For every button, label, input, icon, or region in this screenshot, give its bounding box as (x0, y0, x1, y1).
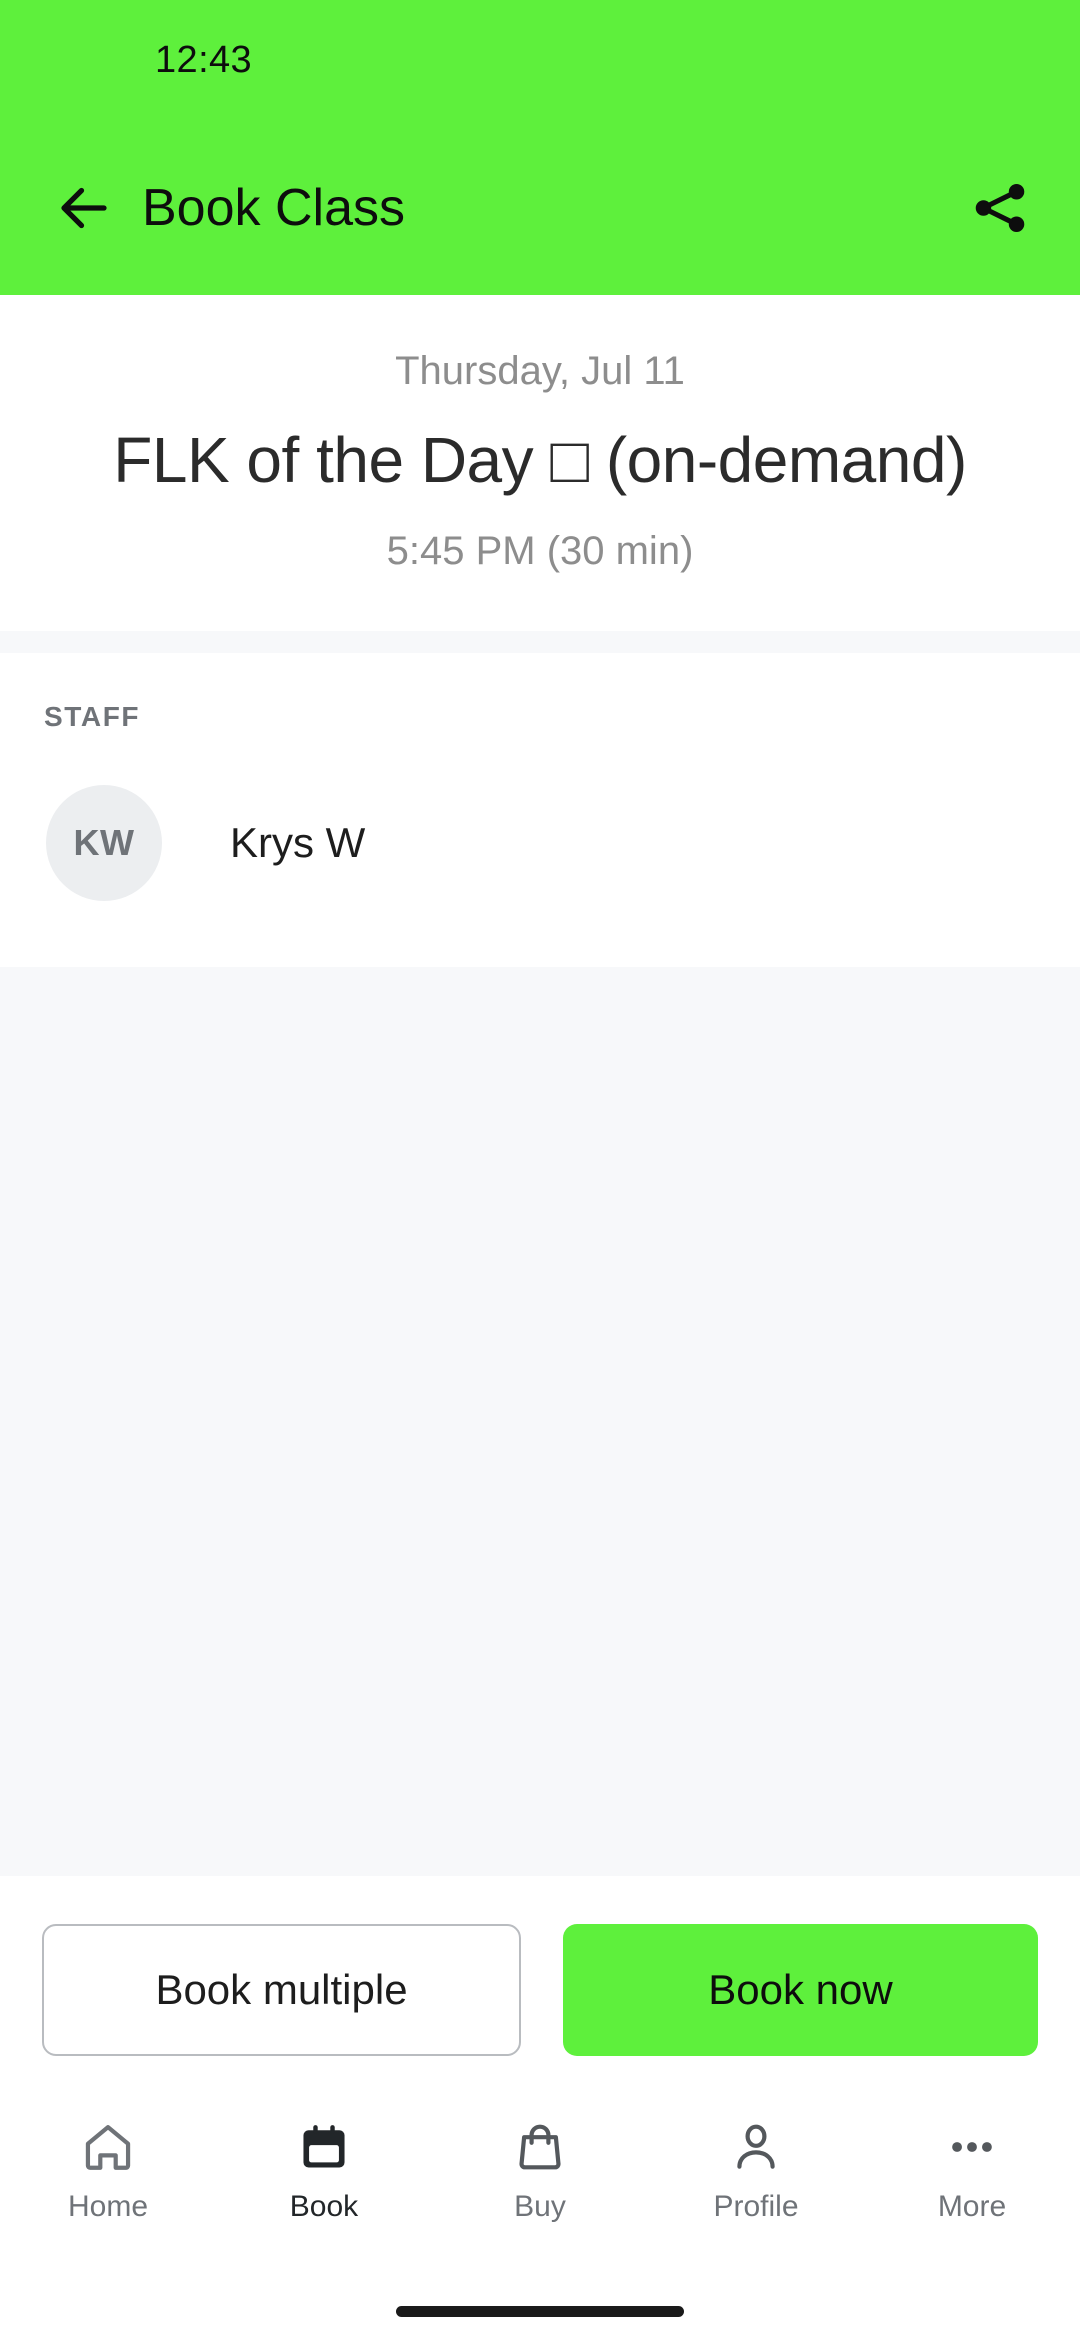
nav-label-profile: Profile (713, 2190, 799, 2223)
book-multiple-button[interactable]: Book multiple (42, 1924, 521, 2056)
content-filler (0, 967, 1080, 1876)
back-button[interactable] (48, 172, 120, 244)
action-bar: Book multiple Book now (0, 1876, 1080, 2100)
nav-item-buy[interactable]: Buy (432, 2116, 648, 2222)
bag-icon (512, 2116, 568, 2178)
person-icon (728, 2116, 784, 2178)
avatar: KW (46, 785, 162, 902)
staff-name: Krys W (230, 819, 366, 867)
staff-list-item[interactable]: KW Krys W (40, 785, 1040, 902)
nav-label-book: Book (289, 2190, 359, 2223)
calendar-icon (296, 2116, 352, 2178)
nav-label-buy: Buy (514, 2190, 566, 2223)
class-summary: Thursday, Jul 11 FLK of the Day □ (on-de… (0, 295, 1080, 632)
ellipsis-icon (944, 2116, 1000, 2178)
nav-item-profile[interactable]: Profile (648, 2116, 864, 2222)
nav-label-home: Home (67, 2190, 149, 2223)
arrow-left-icon (61, 187, 107, 228)
nav-item-book[interactable]: Book (216, 2116, 432, 2222)
home-indicator-area (0, 2282, 1080, 2340)
status-bar-clock: 12:43 (155, 38, 253, 81)
home-indicator[interactable] (396, 2305, 684, 2317)
status-bar: 12:43 (0, 0, 1080, 120)
app-bar: Book Class (0, 120, 1080, 295)
bottom-navigation: Home Book Buy Profile More (0, 2100, 1080, 2282)
page-title: Book Class (142, 178, 405, 237)
share-button[interactable] (962, 170, 1038, 246)
nav-label-more: More (937, 2190, 1007, 2223)
share-icon (975, 183, 1025, 232)
home-icon (80, 2116, 136, 2178)
staff-section: STAFF KW Krys W (0, 653, 1080, 968)
class-title: FLK of the Day □ (on-demand) (113, 424, 967, 496)
section-divider (0, 631, 1080, 654)
staff-section-label: STAFF (44, 701, 141, 733)
book-now-button[interactable]: Book now (563, 1924, 1038, 2056)
app-screen: 12:43 Book Class Thursday, Jul 11 FLK of (0, 0, 1080, 2340)
avatar-initials: KW (73, 822, 135, 864)
app-header: 12:43 Book Class (0, 0, 1080, 295)
nav-item-home[interactable]: Home (0, 2116, 216, 2222)
class-date: Thursday, Jul 11 (395, 349, 685, 393)
nav-item-more[interactable]: More (864, 2116, 1080, 2222)
class-time-duration: 5:45 PM (30 min) (386, 529, 694, 574)
